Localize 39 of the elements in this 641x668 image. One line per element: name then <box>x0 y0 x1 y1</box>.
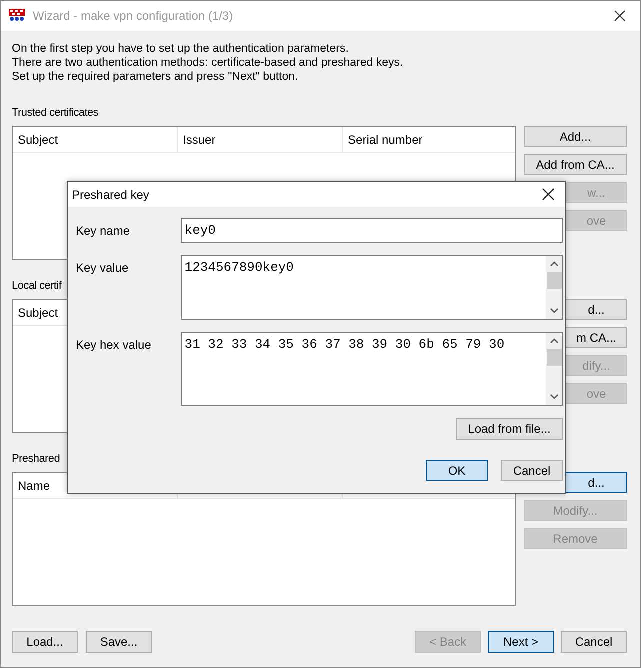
footer-button[interactable]: Load... <box>12 631 78 653</box>
column-header[interactable]: Subject <box>18 132 58 146</box>
window-title: Wizard - make vpn configuration (1/3) <box>33 9 234 23</box>
scrollbar[interactable] <box>546 256 562 319</box>
footer-button[interactable]: Cancel <box>561 631 627 653</box>
footer-button[interactable]: Next > <box>488 631 554 653</box>
side-button[interactable]: Add from CA... <box>524 154 627 175</box>
instruction-text: Set up the required parameters and press "Next" button. <box>12 70 300 84</box>
column-header[interactable]: Subject <box>18 306 58 320</box>
column-header[interactable]: Name <box>18 478 50 492</box>
dialog-button[interactable]: Cancel <box>501 460 563 481</box>
chevron-down-icon[interactable] <box>550 308 558 314</box>
field-label: Key name <box>76 223 132 238</box>
close-icon[interactable] <box>542 188 555 201</box>
field-label: Key hex value <box>76 337 152 352</box>
section-label: Trusted certificates <box>12 106 99 120</box>
column-header[interactable]: Issuer <box>183 132 216 146</box>
dialog-title: Preshared key <box>72 188 150 202</box>
load-from-file-button[interactable]: Load from file... <box>456 418 563 440</box>
scrollbar[interactable] <box>546 333 562 405</box>
close-icon[interactable] <box>614 10 626 22</box>
app-logo-icon <box>9 9 25 23</box>
chevron-down-icon[interactable] <box>550 394 558 400</box>
text-area-field[interactable]: 1234567890key0 <box>180 255 563 320</box>
side-button[interactable]: Add... <box>524 126 627 147</box>
input-field[interactable]: key0 <box>180 218 563 243</box>
chevron-up-icon[interactable] <box>550 261 558 267</box>
dialog-button[interactable]: OK <box>426 460 488 481</box>
chevron-up-icon[interactable] <box>550 338 558 344</box>
field-label: Key value <box>76 260 130 275</box>
instruction-text: There are two authentication methods: certificate-based and preshared keys. <box>12 56 404 70</box>
text-area-field[interactable]: 31 32 33 34 35 36 37 38 39 30 6b 65 79 30 <box>180 332 563 406</box>
footer-button[interactable]: Save... <box>86 631 152 653</box>
scrollbar-thumb[interactable] <box>546 349 562 366</box>
section-label: Local certif <box>12 279 62 293</box>
scrollbar-thumb[interactable] <box>546 272 562 289</box>
column-header[interactable]: Serial number <box>348 132 423 146</box>
instruction-text: On the first step you have to set up the authentication parameters. <box>12 42 350 56</box>
section-label: Preshared <box>12 452 60 466</box>
